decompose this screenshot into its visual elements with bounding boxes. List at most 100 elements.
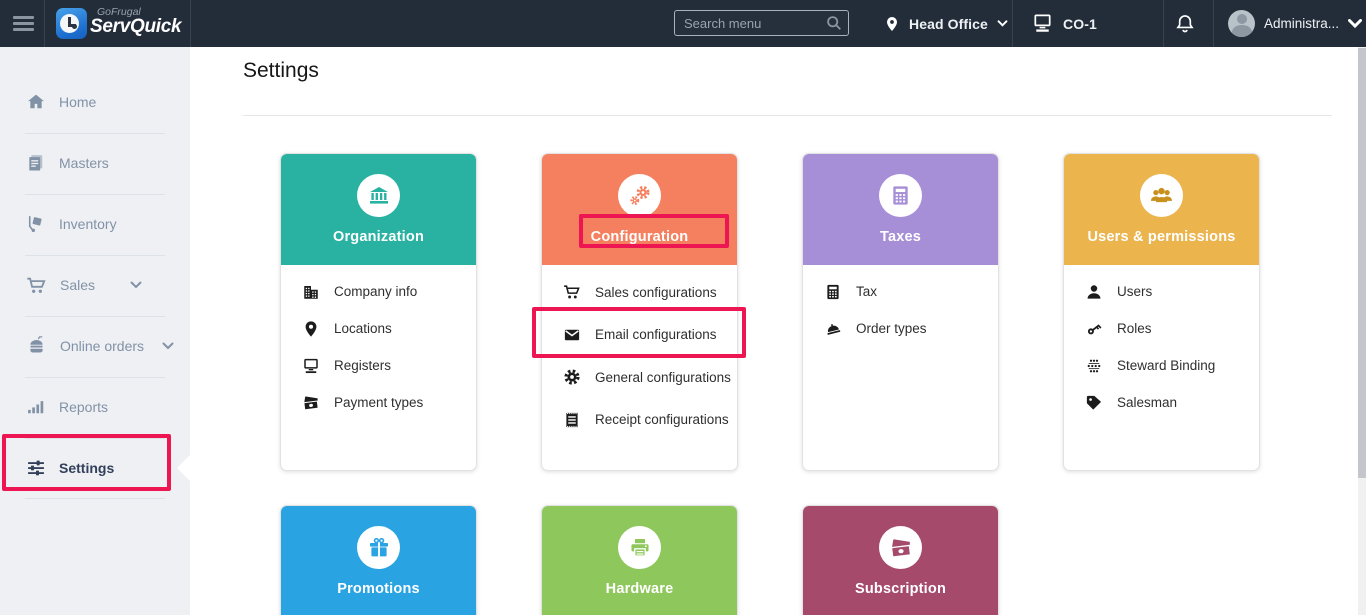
search-box: [674, 10, 849, 36]
link-steward-binding[interactable]: Steward Binding: [1064, 347, 1259, 384]
main-content: Settings Organization Company info Locat…: [190, 47, 1358, 615]
sidebar-item-masters[interactable]: Masters: [26, 149, 109, 177]
location-pin-icon: [887, 16, 897, 31]
link-sales-configurations[interactable]: Sales configurations: [542, 271, 737, 314]
card-configuration: Configuration Sales configurations Email…: [541, 153, 738, 471]
link-general-configurations[interactable]: General configurations: [542, 356, 737, 399]
card-taxes-header[interactable]: Taxes: [803, 154, 998, 265]
card-title: Subscription: [854, 581, 946, 597]
home-icon: [28, 94, 44, 109]
card-subscription-header[interactable]: Subscription: [803, 506, 998, 615]
card-title: Organization: [332, 229, 424, 245]
calculator-icon: [827, 284, 839, 299]
card-title: Users & permissions: [1087, 229, 1236, 245]
link-roles[interactable]: Roles: [1064, 310, 1259, 347]
chevron-down-icon: [1348, 19, 1363, 28]
link-company-info[interactable]: Company info: [281, 273, 476, 310]
cloche-icon: [827, 323, 841, 335]
card-promotions: Promotions: [280, 505, 477, 615]
search-icon: [827, 16, 841, 30]
building-icon: [304, 285, 318, 299]
sidebar-item-sales[interactable]: Sales: [26, 271, 142, 299]
gift-icon: [357, 526, 400, 569]
receipt-icon: [566, 412, 578, 427]
card-users-permissions: Users & permissions Users Roles Steward …: [1063, 153, 1260, 471]
link-salesman[interactable]: Salesman: [1064, 384, 1259, 421]
user-label: Administra...: [1264, 16, 1340, 31]
divider: [25, 255, 165, 256]
tag-icon: [1086, 395, 1102, 410]
sidebar: Home Masters Inventory Sales Online orde…: [0, 47, 190, 615]
sidebar-item-home[interactable]: Home: [26, 88, 96, 116]
scrollbar[interactable]: [1358, 47, 1366, 615]
register-selector[interactable]: CO-1: [1031, 0, 1097, 47]
link-tax[interactable]: Tax: [803, 273, 998, 310]
cart-icon: [564, 285, 580, 299]
sidebar-item-settings[interactable]: Settings: [26, 454, 114, 482]
chevron-down-icon: [162, 342, 174, 350]
divider: [25, 194, 165, 195]
link-email-configurations[interactable]: Email configurations: [542, 314, 737, 357]
chevron-down-icon: [130, 281, 142, 289]
link-locations[interactable]: Locations: [281, 310, 476, 347]
cash-icon: [303, 396, 319, 410]
link-order-types[interactable]: Order types: [803, 310, 998, 347]
card-promotions-header[interactable]: Promotions: [281, 506, 476, 615]
divider: [25, 498, 165, 499]
divider: [25, 316, 165, 317]
reports-icon: [28, 401, 44, 414]
sidebar-item-online-orders[interactable]: Online orders: [26, 332, 174, 360]
gear-icon: [564, 369, 580, 385]
divider: [1213, 0, 1214, 47]
inventory-icon: [28, 216, 42, 232]
location-selector[interactable]: Head Office: [884, 0, 1008, 47]
divider: [25, 133, 165, 134]
divider: [25, 377, 165, 378]
servquick-logo[interactable]: [56, 8, 87, 39]
card-title: Taxes: [879, 229, 922, 245]
sidebar-item-reports[interactable]: Reports: [26, 393, 108, 421]
card-hardware: Hardware: [541, 505, 738, 615]
divider: [190, 0, 191, 47]
brand-name: ServQuick: [90, 16, 182, 37]
sidebar-item-inventory[interactable]: Inventory: [26, 210, 117, 238]
card-organization: Organization Company info Locations Regi…: [280, 153, 477, 471]
scrollbar-thumb[interactable]: [1358, 48, 1366, 478]
cash-icon: [879, 526, 922, 569]
link-receipt-configurations[interactable]: Receipt configurations: [542, 399, 737, 442]
card-title: Hardware: [605, 581, 674, 597]
notifications-button[interactable]: [1174, 0, 1196, 47]
menu-icon[interactable]: [13, 16, 34, 31]
printer-icon: [618, 526, 661, 569]
monitor-icon: [304, 358, 318, 373]
avatar: [1228, 10, 1255, 37]
card-hardware-header[interactable]: Hardware: [542, 506, 737, 615]
card-taxes: Taxes Tax Order types: [802, 153, 999, 471]
card-organization-header[interactable]: Organization: [281, 154, 476, 265]
divider: [25, 438, 165, 439]
link-registers[interactable]: Registers: [281, 347, 476, 384]
divider: [44, 0, 45, 47]
masters-icon: [29, 155, 43, 171]
register-icon: [1034, 14, 1051, 32]
link-payment-types[interactable]: Payment types: [281, 384, 476, 421]
card-title: Promotions: [337, 581, 420, 597]
card-configuration-header[interactable]: Configuration: [542, 154, 737, 265]
online-orders-icon: [30, 335, 43, 352]
page-title: Settings: [243, 59, 319, 82]
active-item-arrow: [177, 455, 190, 481]
search-input[interactable]: [674, 10, 849, 36]
link-users[interactable]: Users: [1064, 273, 1259, 310]
divider: [1163, 0, 1164, 47]
card-title: Configuration: [590, 229, 689, 245]
card-users-permissions-header[interactable]: Users & permissions: [1064, 154, 1259, 265]
user-menu[interactable]: Administra...: [1228, 0, 1363, 47]
sales-cart-icon: [27, 277, 46, 293]
divider: [1012, 0, 1013, 47]
card-subscription: Subscription: [802, 505, 999, 615]
chevron-down-icon: [997, 20, 1008, 27]
person-icon: [1087, 284, 1101, 299]
envelope-icon: [564, 329, 580, 340]
hierarchy-icon: [1087, 359, 1101, 372]
top-bar: GoFrugal ServQuick Head Office CO-1: [0, 0, 1366, 47]
